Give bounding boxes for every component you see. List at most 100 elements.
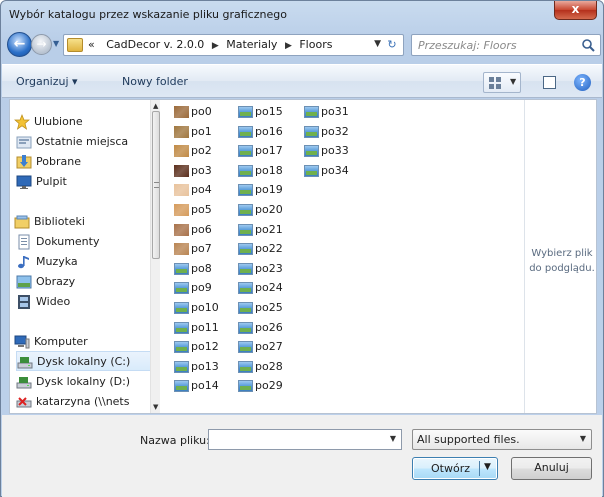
breadcrumb-item[interactable]: CadDecor v. 2.0.0 [106,38,204,51]
file-item[interactable]: po22 [238,241,300,259]
texture-thumbnail-icon [174,106,189,118]
chevron-down-icon[interactable]: ▼ [580,434,586,443]
preview-pane-toggle[interactable] [543,76,556,89]
file-item[interactable]: po29 [238,378,300,396]
scroll-up-icon[interactable]: ▲ [153,102,158,110]
sidebar-item-wideo[interactable]: Wideo [16,292,156,312]
file-item[interactable]: po4 [174,182,236,200]
navigation-scrollbar[interactable]: ▲ ▼ [150,100,160,413]
file-name: po29 [255,379,283,393]
organize-button[interactable]: Organizuj ▾ [16,75,78,88]
file-item[interactable]: po33 [304,143,366,161]
music-icon [16,254,32,270]
open-button[interactable]: Otwórz ▼ [412,457,498,480]
file-item[interactable]: po24 [238,280,300,298]
navigation-pane: Ulubione Ostatnie miejsca Pobrane Pulpit Bib… [10,100,158,413]
file-item[interactable]: po8 [174,261,236,279]
file-item[interactable]: po12 [174,339,236,357]
file-item[interactable]: po21 [238,222,300,240]
file-item[interactable]: po16 [238,124,300,142]
texture-thumbnail-icon [174,164,189,177]
file-item[interactable]: po7 [174,241,236,259]
search-icon[interactable] [580,37,596,53]
texture-thumbnail-icon [174,204,189,216]
file-item[interactable]: po3 [174,163,236,181]
chevron-down-icon[interactable]: ▼ [510,77,516,86]
change-view-button[interactable]: ▼ [483,72,521,93]
back-button[interactable]: ← [7,32,32,57]
sidebar-item-ostatnie-miejsca[interactable]: Ostatnie miejsca [16,132,156,152]
file-item[interactable]: po0 [174,104,236,122]
chevron-right-icon[interactable]: ▶ [285,41,292,51]
sidebar-item-katarzyna-nets[interactable]: katarzyna (\\nets [16,392,156,412]
breadcrumb-item[interactable]: Floors [299,38,332,51]
file-item[interactable]: po17 [238,143,300,161]
sidebar-item-dysk-lokalny-c[interactable]: Dysk lokalny (C:) [16,351,156,371]
title-bar[interactable]: Wybór katalogu przez wskazanie pliku gra… [1,1,603,27]
chevron-down-icon[interactable]: ▼ [390,434,396,443]
file-item[interactable]: po31 [304,104,366,122]
file-name: po28 [255,359,283,373]
texture-thumbnail-icon [174,145,189,158]
file-item[interactable]: po9 [174,280,236,298]
window-title: Wybór katalogu przez wskazanie pliku gra… [9,8,287,21]
file-item[interactable]: po25 [238,300,300,318]
sidebar-item-komputer[interactable]: Komputer [14,332,154,352]
file-item[interactable]: po13 [174,359,236,377]
refresh-icon[interactable]: ↻ [384,37,400,53]
image-file-icon [238,243,253,256]
open-dropdown-icon[interactable]: ▼ [484,462,491,472]
sidebar-item-pulpit[interactable]: Pulpit [16,172,156,192]
file-item[interactable]: po34 [304,163,366,181]
sidebar-item-obrazy[interactable]: Obrazy [16,272,156,292]
file-item[interactable]: po10 [174,300,236,318]
downloads-folder-icon [16,154,32,170]
address-dropdown-icon[interactable]: ▼ [374,39,381,49]
file-item[interactable]: po11 [174,320,236,338]
sidebar-item-muzyka[interactable]: Muzyka [16,252,156,272]
sidebar-item-ulubione[interactable]: Ulubione [14,112,154,132]
new-folder-button[interactable]: Nowy folder [122,75,188,88]
chevron-right-icon[interactable]: ▶ [212,41,219,51]
file-item[interactable]: po14 [174,378,236,396]
preview-pane: Wybierz plik do podglądu. [524,100,597,413]
breadcrumb-overflow[interactable]: « [88,38,95,51]
filetype-select[interactable]: All supported files. ▼ [412,429,592,450]
file-item[interactable]: po18 [238,163,300,181]
file-name: po20 [255,203,283,216]
file-item[interactable]: po26 [238,320,300,338]
search-input[interactable]: Przeszukaj: Floors [411,34,601,56]
file-item[interactable]: po27 [238,339,300,357]
file-item[interactable]: po32 [304,124,366,142]
address-bar[interactable]: « CadDecor v. 2.0.0 ▶ Materialy ▶ Floors… [63,34,404,56]
sidebar-item-dysk-lokalny-d[interactable]: Dysk lokalny (D:) [16,372,156,392]
sidebar-item-label: Biblioteki [34,215,85,228]
file-item[interactable]: po5 [174,202,236,220]
file-name: po14 [191,379,219,393]
sidebar-item-label: katarzyna (\\nets [36,395,130,408]
file-item[interactable]: po28 [238,359,300,377]
file-item[interactable]: po6 [174,222,236,240]
history-dropdown-icon[interactable]: ▼ [53,39,59,48]
file-item[interactable]: po15 [238,104,300,122]
file-item[interactable]: po20 [238,202,300,220]
sidebar-item-dokumenty[interactable]: Dokumenty [16,232,156,252]
local-disk-icon [16,374,32,390]
file-item[interactable]: po1 [174,124,236,142]
cancel-button[interactable]: Anuluj [511,457,592,480]
filename-input[interactable]: ▼ [208,429,402,450]
image-file-icon [238,184,253,197]
file-item[interactable]: po23 [238,261,300,279]
breadcrumb-item[interactable]: Materialy [226,38,277,51]
file-item[interactable]: po19 [238,182,300,200]
sidebar-item-pobrane[interactable]: Pobrane [16,152,156,172]
grip-icon [154,182,159,188]
forward-button[interactable]: → [31,34,52,55]
scrollbar-thumb[interactable] [152,111,160,259]
image-file-icon [238,302,253,314]
file-item[interactable]: po2 [174,143,236,161]
help-icon[interactable]: ? [574,74,591,91]
scroll-down-icon[interactable]: ▼ [153,403,158,411]
sidebar-item-biblioteki[interactable]: Biblioteki [14,212,154,232]
close-button[interactable]: x [554,1,597,20]
